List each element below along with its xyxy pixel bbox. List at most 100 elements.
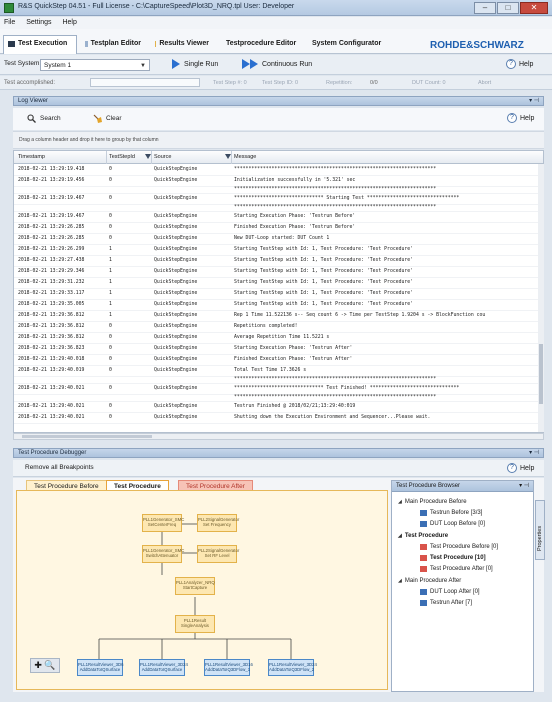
zoom-control[interactable]: ✚ 🔍	[30, 658, 60, 673]
table-row[interactable]: 2018-02-21 13:29:19.467 0 QuickStepEngine *…	[14, 194, 543, 205]
table-cell: ****************************************…	[234, 377, 437, 382]
table-row[interactable]: 2018-02-21 13:29:40.021 0 QuickStepEngine *…	[14, 384, 543, 395]
title-bar: R&S QuickStep 04.51 - Full License - C:\…	[0, 0, 552, 16]
col-teststepid[interactable]: TestStepId	[109, 154, 135, 160]
tab-system-configurator[interactable]: System Configurator	[304, 35, 388, 54]
table-row[interactable]: 2018-02-21 13:29:36.823 0 QuickStepEngine S…	[14, 344, 543, 355]
dut-count: DUT Count: 0	[412, 80, 446, 86]
help-icon: ?	[507, 113, 517, 123]
flow-node[interactable]: PLL1Generator_SMC SwitchAttenuator	[142, 545, 184, 563]
table-row[interactable]: 2018-02-21 13:29:19.418 0 QuickStepEngine *…	[14, 165, 543, 176]
table-row[interactable]: 2018-02-21 13:29:29.346 1 QuickStepEngine S…	[14, 267, 543, 278]
tree-item[interactable]: ◢ Main Procedure After	[398, 578, 461, 584]
flow-node[interactable]: PLL1Result SingleAnalysis	[175, 615, 215, 633]
pin-icon[interactable]: ▾ ⊣	[519, 482, 529, 489]
tab-testplan-editor[interactable]: Testplan Editor	[80, 35, 148, 54]
table-row[interactable]: 2018-02-21 13:29:40.021 0 QuickStepEngine T…	[14, 402, 543, 413]
table-row[interactable]: 2018-02-21 13:29:26.285 0 QuickStepEngine F…	[14, 223, 543, 234]
flow-node[interactable]: PLL1Analyzer_NRQ StartCapture	[175, 577, 215, 595]
help-label: Help	[520, 114, 535, 122]
tab-test-execution[interactable]: Test Execution	[3, 35, 77, 54]
menu-settings[interactable]: Settings	[22, 17, 56, 26]
tree-item[interactable]: ◢ Test Procedure	[398, 533, 448, 539]
browser-title: Test Procedure Browser	[396, 483, 461, 489]
app-icon	[4, 3, 14, 13]
tree-item[interactable]: DUT Loop Before [0]	[420, 521, 485, 527]
flow-node[interactable]: PLL1ResultViewer_3D6 AddDataToIQSurface	[77, 659, 124, 676]
tree-item[interactable]: Test Procedure After [0]	[420, 566, 493, 572]
tree-item[interactable]: DUT Loop After [0]	[420, 589, 480, 595]
table-row[interactable]: ****************************************…	[14, 395, 543, 402]
abort-button[interactable]: Abort	[478, 80, 491, 86]
table-row[interactable]: 2018-02-21 13:29:36.812 0 QuickStepEngine R…	[14, 322, 543, 333]
table-cell: 0	[109, 404, 112, 409]
debugger-help-button[interactable]: ? Help	[507, 463, 534, 473]
close-button[interactable]: ✕	[520, 2, 548, 14]
table-row[interactable]: ****************************************…	[14, 187, 543, 194]
tree-item[interactable]: Test Procedure [10]	[420, 555, 486, 561]
play-icon	[172, 59, 180, 69]
flow-node[interactable]: PLL1Generator_SMC SetCenterFreq	[142, 514, 184, 532]
log-help-button[interactable]: ? Help	[507, 113, 534, 123]
search-button[interactable]: Search	[27, 114, 61, 123]
table-row[interactable]: 2018-02-21 13:29:26.285 0 QuickStepEngine N…	[14, 234, 543, 245]
log-vertical-scrollbar[interactable]	[538, 164, 544, 432]
table-row[interactable]: 2018-02-21 13:29:27.438 1 QuickStepEngine S…	[14, 256, 543, 267]
tree-item[interactable]: Testrun After [7]	[420, 600, 472, 606]
table-cell: Starting Execution Phase: 'Testrun After…	[234, 346, 353, 351]
maximize-button[interactable]: □	[497, 2, 519, 14]
flow-node[interactable]: PLL1ResultViewer_3D16 AddDataToIQ3DFlow_1	[204, 659, 253, 676]
procedure-canvas[interactable]: PLL1Generator_SMC SetCenterFreq PLL2Signa…	[16, 490, 388, 690]
test-system-select[interactable]: System 1 ▼	[40, 59, 150, 71]
table-row[interactable]: 2018-02-21 13:29:40.021 0 QuickStepEngine S…	[14, 413, 543, 424]
tree-item[interactable]: ◢ Main Procedure Before	[398, 499, 467, 505]
properties-tab[interactable]: Properties	[535, 500, 545, 560]
menu-file[interactable]: File	[0, 17, 20, 26]
table-cell: 0	[109, 225, 112, 230]
menu-help[interactable]: Help	[58, 17, 81, 26]
table-row[interactable]: 2018-02-21 13:29:36.812 0 QuickStepEngine A…	[14, 333, 543, 344]
continuous-run-label: Continuous Run	[262, 60, 313, 68]
table-row[interactable]: ****************************************…	[14, 205, 543, 212]
log-horizontal-scrollbar[interactable]	[13, 433, 544, 440]
continuous-run-button[interactable]: Continuous Run	[242, 59, 312, 69]
col-message[interactable]: Message	[234, 154, 256, 160]
flow-node[interactable]: PLL1ResultViewer_3D24 AddDataToIQ3DFlow_2	[268, 659, 317, 676]
table-cell: Repetitions completed!	[234, 324, 298, 329]
table-row[interactable]: 2018-02-21 13:29:19.467 0 QuickStepEngine S…	[14, 212, 543, 223]
tab-testprocedure-editor[interactable]: Testprocedure Editor	[218, 35, 302, 54]
col-source[interactable]: Source	[154, 154, 171, 160]
remove-breakpoints-button[interactable]: Remove all Breakpoints	[25, 464, 94, 471]
table-row[interactable]: 2018-02-21 13:29:19.456 0 QuickStepEngine I…	[14, 176, 543, 187]
table-row[interactable]: 2018-02-21 13:29:40.018 0 QuickStepEngine F…	[14, 355, 543, 366]
tab-label: Test Execution	[18, 40, 68, 47]
pin-icon[interactable]: ▾ ⊣	[529, 449, 539, 456]
table-cell: Starting TestStep with Id: 1, Test Proce…	[234, 280, 414, 285]
tree-item[interactable]: Testrun Before [3/3]	[420, 510, 482, 516]
table-row[interactable]: 2018-02-21 13:29:33.117 1 QuickStepEngine S…	[14, 289, 543, 300]
single-run-button[interactable]: Single Run	[172, 59, 218, 69]
help-button[interactable]: ? Help	[506, 59, 533, 69]
table-cell: 0	[109, 214, 112, 219]
table-cell: Finished Execution Phase: 'Testrun Befor…	[234, 225, 356, 230]
tab-results-viewer[interactable]: Results Viewer	[150, 35, 216, 54]
table-row[interactable]: 2018-02-21 13:29:31.232 1 QuickStepEngine S…	[14, 278, 543, 289]
tree-item[interactable]: Test Procedure Before [0]	[420, 544, 498, 550]
table-row[interactable]: 2018-02-21 13:29:40.019 0 QuickStepEngine T…	[14, 366, 543, 377]
flow-node[interactable]: PLL2SignalGenerator Set RF Level	[197, 545, 239, 563]
group-by-area[interactable]: Drag a column header and drop it here to…	[13, 131, 544, 149]
flow-node[interactable]: PLL1ResultViewer_3D24 AddDataToIQSurface	[139, 659, 188, 676]
pin-icon[interactable]: ▾ ⊣	[529, 97, 539, 104]
node-function: SetCenterFreq	[147, 522, 177, 527]
table-row[interactable]: 2018-02-21 13:29:26.299 1 QuickStepEngine S…	[14, 245, 543, 256]
minimize-button[interactable]: –	[474, 2, 496, 14]
table-row[interactable]: 2018-02-21 13:29:36.812 1 QuickStepEngine R…	[14, 311, 543, 322]
clear-button[interactable]: Clear	[93, 114, 122, 123]
broom-icon	[93, 114, 102, 123]
table-row[interactable]: 2018-02-21 13:29:35.005 1 QuickStepEngine S…	[14, 300, 543, 311]
table-row[interactable]: ****************************************…	[14, 377, 543, 384]
flow-node[interactable]: PLL2SignalGenerator Set Frequency	[197, 514, 239, 532]
table-cell: ****************************************…	[234, 187, 437, 192]
col-timestamp[interactable]: Timestamp	[18, 154, 45, 160]
table-cell: 0	[109, 415, 112, 420]
